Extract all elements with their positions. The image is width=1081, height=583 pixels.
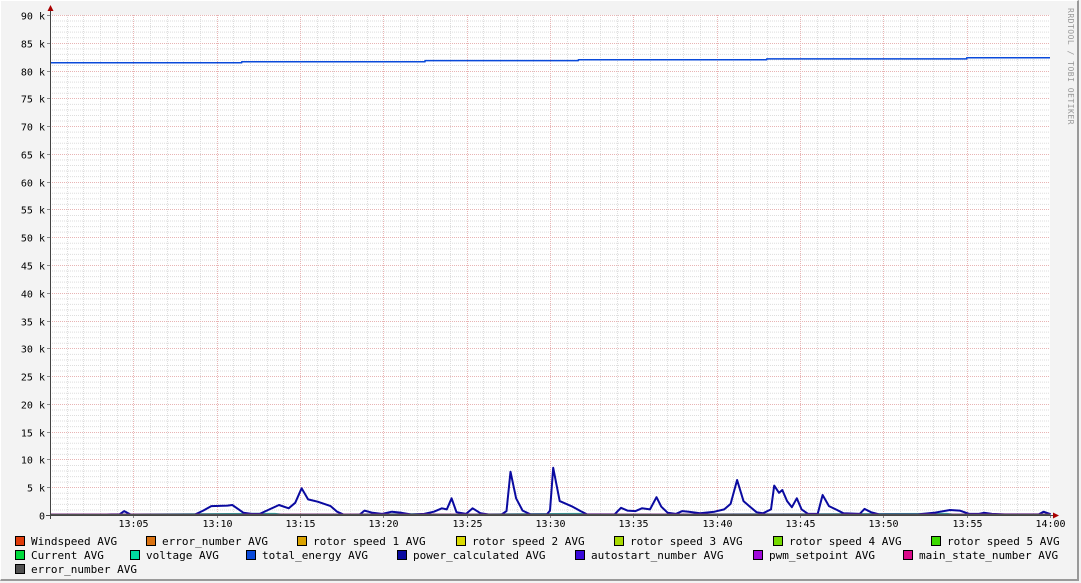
x-tick-label: 13:25 (452, 519, 482, 530)
y-tick-label: 35 k (21, 318, 45, 329)
y-tick-label: 70 k (21, 123, 45, 134)
legend-label: autostart_number AVG (591, 548, 724, 562)
legend-item: Current AVG (15, 548, 104, 562)
legend-swatch (130, 550, 140, 560)
legend-label: rotor speed 5 AVG (947, 534, 1060, 548)
legend-swatch (575, 550, 585, 560)
y-tick-label: 85 k (21, 40, 45, 51)
legend-swatch (246, 550, 256, 560)
legend-item: rotor speed 2 AVG (456, 534, 585, 548)
y-tick-label: 90 k (21, 12, 45, 23)
x-tick-label: 13:15 (285, 519, 315, 530)
legend-item: rotor speed 4 AVG (773, 534, 902, 548)
legend-label: main_state_number AVG (919, 548, 1059, 562)
legend-item: pwm_setpoint AVG (753, 548, 875, 562)
legend-swatch (456, 536, 466, 546)
y-tick-label: 40 k (21, 290, 45, 301)
legend-label: power_calculated AVG (413, 548, 546, 562)
legend-swatch (903, 550, 913, 560)
y-tick-label: 15 k (21, 429, 45, 440)
legend-label: total_energy AVG (262, 548, 368, 562)
legend-label: voltage AVG (146, 548, 219, 562)
legend-swatch (773, 536, 783, 546)
legend-swatch (15, 564, 25, 574)
watermark: RRDTOOL / TOBI OETIKER (1066, 8, 1075, 125)
x-axis-arrow-icon (1053, 512, 1059, 519)
legend-item: main_state_number AVG (903, 548, 1058, 562)
legend-label: pwm_setpoint AVG (769, 548, 875, 562)
x-tick-label: 13:20 (368, 519, 398, 530)
legend-item: rotor speed 3 AVG (614, 534, 743, 548)
x-tick-label: 13:40 (702, 519, 732, 530)
y-axis-arrow-icon (47, 5, 54, 11)
legend-label: Current AVG (31, 548, 104, 562)
legend-item: voltage AVG (130, 548, 219, 562)
y-tick-label: 60 k (21, 179, 45, 190)
legend-label: rotor speed 1 AVG (313, 534, 426, 548)
y-tick-label: 50 k (21, 234, 45, 245)
x-tick-label: 13:30 (535, 519, 565, 530)
y-tick-label: 20 k (21, 401, 45, 412)
x-tick-label: 13:35 (618, 519, 648, 530)
y-tick-label: 80 k (21, 68, 45, 79)
y-tick-label: 25 k (21, 373, 45, 384)
y-tick-label: 30 k (21, 345, 45, 356)
legend-swatch (753, 550, 763, 560)
legend-swatch (614, 536, 624, 546)
y-tick-label: 0 (39, 512, 45, 523)
legend-item: error_number AVG (15, 562, 137, 576)
y-tick-label: 75 k (21, 95, 45, 106)
legend-swatch (931, 536, 941, 546)
legend-item: error_number AVG (146, 534, 268, 548)
legend-item: rotor speed 5 AVG (931, 534, 1060, 548)
legend-item: rotor speed 1 AVG (297, 534, 426, 548)
y-tick-label: 55 k (21, 206, 45, 217)
legend-swatch (397, 550, 407, 560)
x-tick-label: 13:10 (202, 519, 232, 530)
x-tick-label: 13:45 (785, 519, 815, 530)
chart: 0 5 k 10 k 15 k 20 k 25 k 30 k 35 k 40 k 45 k 50 k… (21, 5, 1066, 530)
x-tick-label: 13:50 (868, 519, 898, 530)
legend-label: error_number AVG (31, 562, 137, 576)
y-tick-label: 10 k (21, 456, 45, 467)
x-tick-label: 13:55 (952, 519, 982, 530)
legend-item: Windspeed AVG (15, 534, 117, 548)
y-tick-label: 65 k (21, 151, 45, 162)
legend-label: rotor speed 3 AVG (630, 534, 743, 548)
x-tick-label: 14:00 (1035, 519, 1065, 530)
x-tick-label: 13:05 (118, 519, 148, 530)
legend-swatch (297, 536, 307, 546)
legend-label: error_number AVG (162, 534, 268, 548)
legend-swatch (15, 550, 25, 560)
legend-item: autostart_number AVG (575, 548, 723, 562)
legend-label: Windspeed AVG (31, 534, 118, 548)
legend-swatch (146, 536, 156, 546)
legend-item: power_calculated AVG (397, 548, 545, 562)
y-tick-label: 45 k (21, 262, 45, 273)
legend-label: rotor speed 4 AVG (789, 534, 902, 548)
legend-item: total_energy AVG (246, 548, 368, 562)
y-tick-label: 5 k (27, 484, 45, 495)
legend-label: rotor speed 2 AVG (472, 534, 585, 548)
legend-swatch (15, 536, 25, 546)
